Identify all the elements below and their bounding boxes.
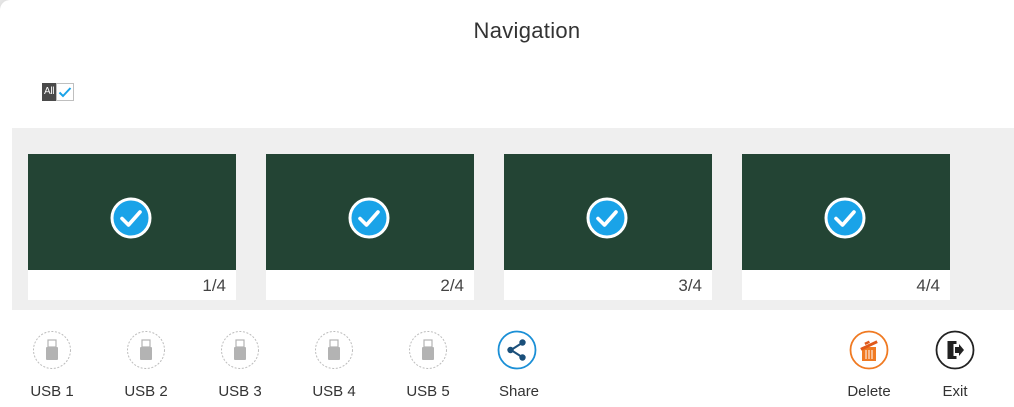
page-thumbnail-4[interactable]: 4/4 <box>742 154 950 300</box>
usb-2-button[interactable]: USB 2 <box>111 328 181 407</box>
usb-5-button[interactable]: USB 5 <box>393 328 463 407</box>
usb-4-button[interactable]: USB 4 <box>299 328 369 407</box>
select-all-checkbox[interactable] <box>56 83 75 101</box>
exit-button[interactable]: Exit <box>920 328 990 407</box>
usb-drive-icon <box>221 331 259 369</box>
share-icon <box>497 330 537 370</box>
usb-2-label: USB 2 <box>124 383 168 400</box>
delete-button[interactable]: Delete <box>834 328 904 407</box>
page-thumbnail-3[interactable]: 3/4 <box>504 154 712 300</box>
page-thumbnail-1[interactable]: 1/4 <box>28 154 236 300</box>
selected-check-icon[interactable] <box>110 197 152 239</box>
usb-drive-icon <box>127 331 165 369</box>
delete-label: Delete <box>847 383 891 400</box>
usb-1-button[interactable]: USB 1 <box>17 328 87 407</box>
bottom-toolbar: USB 1 USB 2 USB 3 USB 4 USB 5 Share Dele… <box>0 310 1014 407</box>
usb-5-label: USB 5 <box>406 383 450 400</box>
page-title: Navigation <box>473 18 581 43</box>
usb-drive-icon <box>409 331 447 369</box>
usb-3-label: USB 3 <box>218 383 262 400</box>
page-gallery: 1/4 2/4 3/4 4/4 <box>12 128 1014 310</box>
share-label: Share <box>499 383 540 400</box>
checkmark-icon <box>59 87 72 98</box>
select-all-toggle[interactable]: All <box>42 82 75 102</box>
exit-label: Exit <box>942 383 968 400</box>
page-thumbnail-2[interactable]: 2/4 <box>266 154 474 300</box>
trash-icon <box>849 330 889 370</box>
page-number-label: 2/4 <box>266 270 474 300</box>
usb-drive-icon <box>315 331 353 369</box>
usb-4-label: USB 4 <box>312 383 356 400</box>
usb-1-label: USB 1 <box>30 383 74 400</box>
exit-icon <box>935 330 975 370</box>
usb-drive-icon <box>33 331 71 369</box>
selected-check-icon[interactable] <box>348 197 390 239</box>
page-number-label: 4/4 <box>742 270 950 300</box>
selected-check-icon[interactable] <box>824 197 866 239</box>
usb-3-button[interactable]: USB 3 <box>205 328 275 407</box>
share-button[interactable]: Share <box>482 328 552 407</box>
navigation-panel: Navigation All 1/4 2/4 3/4 4/4 USB 1 USB… <box>0 0 1014 407</box>
select-all-label: All <box>42 83 57 101</box>
page-number-label: 1/4 <box>28 270 236 300</box>
selected-check-icon[interactable] <box>586 197 628 239</box>
page-number-label: 3/4 <box>504 270 712 300</box>
